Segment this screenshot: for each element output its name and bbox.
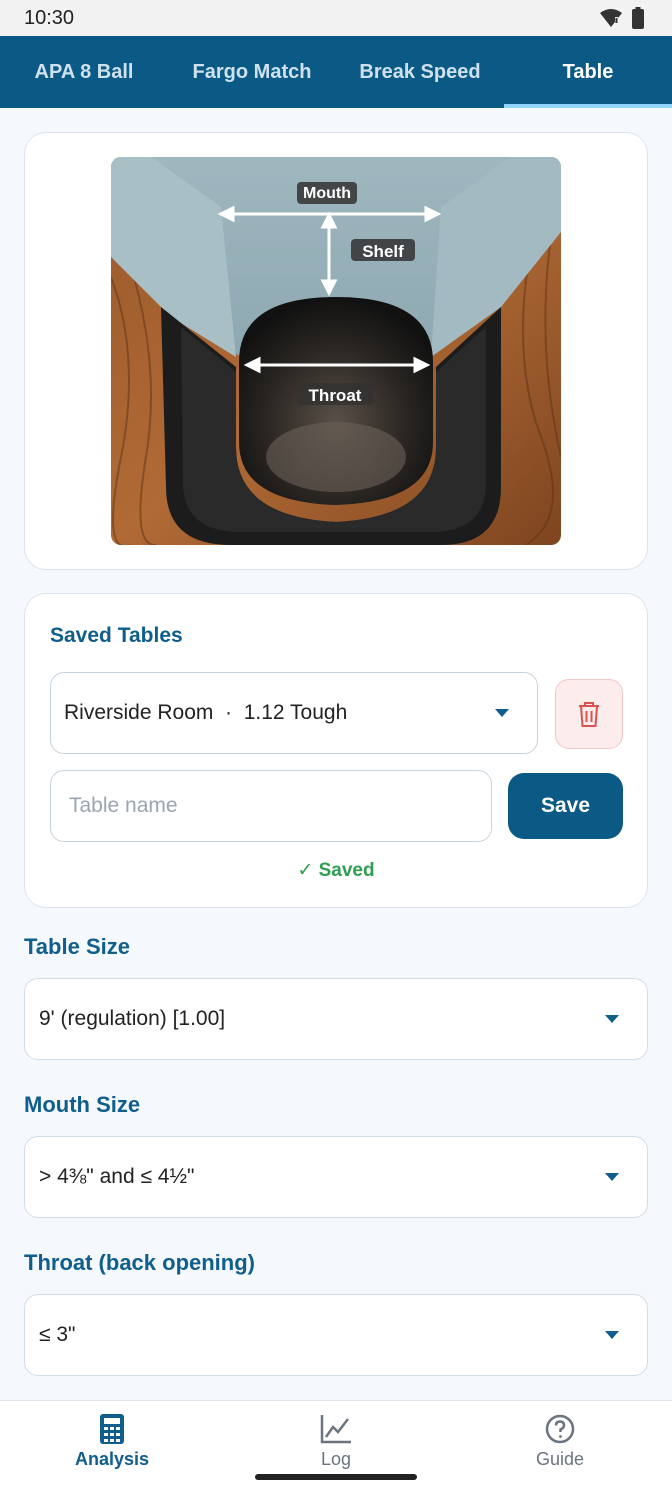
wifi-icon bbox=[600, 9, 622, 27]
tab-table[interactable]: Table bbox=[504, 36, 672, 108]
chart-line-icon bbox=[320, 1415, 351, 1444]
status-bar: 10:30 bbox=[0, 0, 672, 36]
chevron-down-icon bbox=[605, 1015, 619, 1023]
nav-guide-label: Guide bbox=[535, 1449, 585, 1469]
table-size-select[interactable]: 9' (regulation) [1.00] bbox=[24, 978, 648, 1060]
tab-break-speed[interactable]: Break Speed bbox=[336, 36, 504, 108]
chevron-down-icon bbox=[495, 709, 509, 717]
saved-table-selected: Riverside Room · 1.12 Tough bbox=[64, 701, 348, 724]
saved-tables-title: Saved Tables bbox=[50, 624, 183, 647]
saved-table-select[interactable]: Riverside Room · 1.12 Tough bbox=[50, 672, 538, 754]
mouth-size-label: Mouth Size bbox=[24, 1092, 141, 1117]
chevron-down-icon bbox=[605, 1331, 619, 1339]
pocket-diagram-card: Mouth Shelf Throat bbox=[24, 132, 648, 570]
saved-status-text: ✓ Saved bbox=[297, 860, 375, 881]
table-size-label: Table Size bbox=[24, 934, 130, 959]
top-tab-bar: APA 8 Ball Fargo Match Break Speed Table bbox=[0, 36, 672, 108]
throat-select[interactable]: ≤ 3" bbox=[24, 1294, 648, 1376]
tab-fargo-match[interactable]: Fargo Match bbox=[168, 36, 336, 108]
table-name-input[interactable] bbox=[50, 770, 492, 842]
bottom-navigation: Analysis Log Guide bbox=[0, 1400, 672, 1496]
throat-label-heading: Throat (back opening) bbox=[24, 1250, 255, 1275]
mouth-size-value: > 4⅜" and ≤ 4½" bbox=[39, 1165, 195, 1188]
shelf-label: Shelf bbox=[362, 242, 404, 261]
tab-apa-8-ball[interactable]: APA 8 Ball bbox=[0, 36, 168, 108]
calculator-icon bbox=[100, 1414, 124, 1444]
nav-log-label: Log bbox=[320, 1449, 352, 1469]
chevron-down-icon bbox=[605, 1173, 619, 1181]
saved-tables-card: Saved Tables Riverside Room · 1.12 Tough… bbox=[24, 593, 648, 908]
table-size-value: 9' (regulation) [1.00] bbox=[39, 1007, 226, 1030]
help-circle-icon bbox=[545, 1414, 575, 1444]
nav-analysis[interactable]: Analysis bbox=[0, 1401, 224, 1496]
mouth-size-select[interactable]: > 4⅜" and ≤ 4½" bbox=[24, 1136, 648, 1218]
status-time: 10:30 bbox=[24, 6, 75, 29]
battery-icon bbox=[632, 7, 644, 29]
pocket-photo: Mouth Shelf Throat bbox=[111, 157, 561, 545]
pocket-illustration bbox=[111, 157, 561, 545]
nav-analysis-label: Analysis bbox=[74, 1449, 150, 1469]
home-indicator[interactable] bbox=[255, 1474, 417, 1480]
save-table-button[interactable]: Save bbox=[508, 773, 623, 839]
delete-table-button[interactable] bbox=[555, 679, 623, 749]
nav-guide[interactable]: Guide bbox=[448, 1401, 672, 1496]
nav-log[interactable]: Log bbox=[224, 1401, 448, 1496]
throat-value: ≤ 3" bbox=[39, 1323, 76, 1346]
trash-icon bbox=[579, 702, 599, 727]
status-icons bbox=[600, 7, 644, 29]
mouth-label: Mouth bbox=[303, 185, 351, 202]
throat-label: Throat bbox=[308, 386, 362, 405]
